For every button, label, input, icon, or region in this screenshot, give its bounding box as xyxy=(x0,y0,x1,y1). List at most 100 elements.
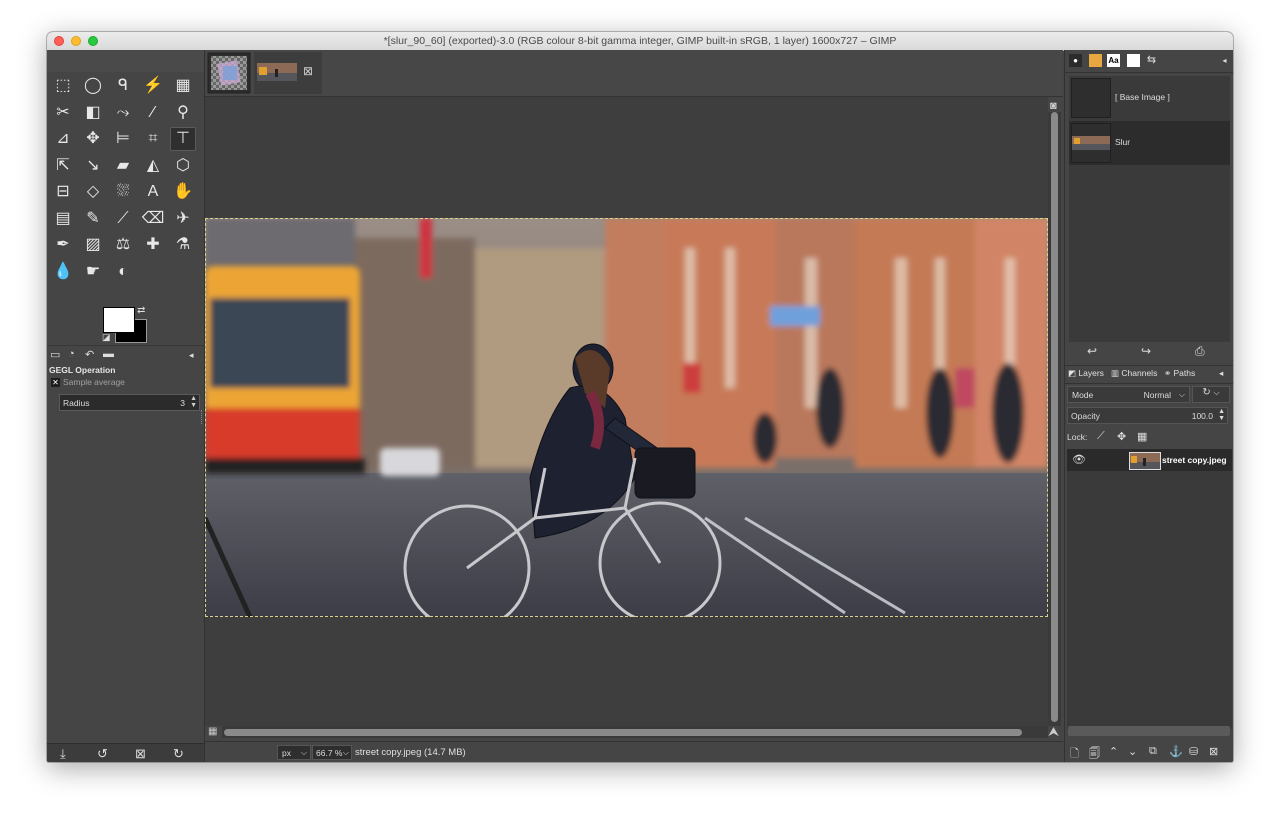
undo-history-tab-icon[interactable]: ↶ xyxy=(85,348,94,361)
dock-menu-icon[interactable]: ◂ xyxy=(1218,54,1231,67)
document-history-tab-icon[interactable] xyxy=(1127,54,1140,67)
eraser-tool-icon[interactable]: ⌫ xyxy=(140,207,166,231)
fuzzy-select-tool-icon[interactable]: ⚡ xyxy=(140,74,166,98)
redo-icon[interactable]: ↪ xyxy=(1141,344,1151,358)
ink-tool-icon[interactable]: ✒ xyxy=(50,233,76,257)
tool-options-tab-icon[interactable]: ▭ xyxy=(50,348,60,361)
blend-tool-icon[interactable]: ▤ xyxy=(50,207,76,231)
clear-history-icon[interactable]: ⎙ xyxy=(1195,344,1205,359)
new-layer-group-icon[interactable]: 🗐 xyxy=(1089,745,1100,762)
cage-transform-tool-icon[interactable]: ⊟ xyxy=(50,180,76,204)
color-select-tool-icon[interactable]: ▦ xyxy=(170,74,196,98)
pencil-tool-icon[interactable]: ✎ xyxy=(80,207,106,231)
foreground-color-swatch[interactable] xyxy=(103,307,135,333)
scissors-select-tool-icon[interactable]: ✂ xyxy=(50,101,76,125)
rect-select-tool-icon[interactable]: ⬚ xyxy=(50,74,76,98)
vertical-scroll-thumb[interactable] xyxy=(1051,112,1058,722)
rotate-tool-icon[interactable]: ↘ xyxy=(80,154,106,178)
dodge-burn-tool-icon[interactable]: ◐ xyxy=(110,260,136,284)
ellipse-select-tool-icon[interactable]: ◯ xyxy=(80,74,106,98)
canvas[interactable] xyxy=(205,97,1048,726)
opacity-spinscale[interactable]: Opacity 100.0 ▲ ▼ xyxy=(1067,407,1228,424)
anchor-layer-icon[interactable]: ⚓ xyxy=(1169,745,1183,758)
new-layer-icon[interactable]: 🗋 xyxy=(1070,745,1079,762)
device-status-tab-icon[interactable]: ◔ xyxy=(68,348,75,360)
reset-tool-options-icon[interactable]: ↻ xyxy=(173,746,184,762)
quick-mask-icon[interactable]: ▦ xyxy=(208,726,217,737)
zoom-tool-icon[interactable]: ⚲ xyxy=(170,101,196,125)
image-tab-2[interactable]: ⊠ xyxy=(254,52,322,94)
images-tab-icon[interactable]: ▬ xyxy=(103,348,114,360)
lower-layer-icon[interactable]: ⌄ xyxy=(1128,745,1137,758)
color-picker-tool-icon[interactable]: ⁄ xyxy=(140,101,166,125)
smudge-tool-icon[interactable]: ☛ xyxy=(80,260,106,284)
dock-menu-icon[interactable]: ◂ xyxy=(189,350,194,361)
warp-transform-tool-icon[interactable]: ⊤ xyxy=(170,127,196,151)
spin-arrows-icon[interactable]: ▲ ▼ xyxy=(1218,408,1225,422)
radius-spinscale[interactable]: Radius 3 ▲ ▼ xyxy=(59,394,200,411)
paths-tool-icon[interactable]: ⤳ xyxy=(110,101,136,125)
merge-layer-icon[interactable]: ⛁ xyxy=(1189,745,1198,758)
delete-layer-icon[interactable]: ⊠ xyxy=(1209,745,1218,758)
composite-mode-button[interactable]: ↻ ⌵ xyxy=(1192,386,1230,403)
save-tool-preset-icon[interactable]: ⤓ xyxy=(60,746,66,762)
swap-colors-icon[interactable]: ⇄ xyxy=(137,305,145,316)
layer-row[interactable]: 👁 street copy.jpeg xyxy=(1067,449,1232,471)
handle-transform-tool-icon[interactable]: ◇ xyxy=(80,180,106,204)
flip-tool-icon[interactable]: ◭ xyxy=(140,154,166,178)
layer-mode-selector[interactable]: Mode Normal ⌵ xyxy=(1067,386,1190,403)
radius-value[interactable]: 3 xyxy=(180,398,185,408)
airbrush-tool-icon[interactable]: ✈ xyxy=(170,207,196,231)
toolbox-resize-handle[interactable] xyxy=(201,410,204,424)
tab-paths[interactable]: ⚭ Paths xyxy=(1164,368,1195,379)
brushes-tab-icon[interactable]: ● xyxy=(1069,54,1082,67)
default-colors-icon[interactable]: ◪ xyxy=(102,332,111,343)
raise-layer-icon[interactable]: ⌃ xyxy=(1109,745,1118,758)
perspective-clone-tool-icon[interactable]: ⚗ xyxy=(170,233,196,257)
opacity-value[interactable]: 100.0 xyxy=(1192,411,1213,421)
layers-scrollbar[interactable] xyxy=(1068,726,1230,736)
navigate-icon[interactable]: ⮝ xyxy=(1048,724,1059,740)
text-tool-icon[interactable]: A xyxy=(140,180,166,204)
paintbrush-tool-icon[interactable]: ⟋ xyxy=(110,207,136,231)
checkbox-icon[interactable]: ✕ xyxy=(51,378,60,387)
image-tab-1[interactable] xyxy=(207,52,251,94)
image-item-base[interactable]: [ Base Image ] xyxy=(1069,76,1230,120)
sample-average-option[interactable]: ✕ Sample average xyxy=(51,377,125,387)
duplicate-layer-icon[interactable]: ⧉ xyxy=(1149,745,1157,758)
unified-transform-tool-icon[interactable]: ⇱ xyxy=(50,154,76,178)
horizontal-scroll-thumb[interactable] xyxy=(224,729,1022,736)
unit-selector[interactable]: px ⌵ xyxy=(277,745,311,760)
tab-layers[interactable]: ◩ Layers xyxy=(1068,368,1104,379)
foreground-select-tool-icon[interactable]: ◧ xyxy=(80,101,106,125)
image-display[interactable] xyxy=(205,218,1048,617)
dock-menu-icon[interactable]: ◂ xyxy=(1219,368,1223,379)
lock-pixels-icon[interactable]: ⟋ xyxy=(1097,430,1105,443)
undo-history-tab-icon[interactable]: ⇆ xyxy=(1145,54,1158,67)
tab-channels[interactable]: ▥ Channels xyxy=(1111,368,1157,379)
restore-tool-preset-icon[interactable]: ↺ xyxy=(97,746,108,762)
delete-tool-preset-icon[interactable]: ⊠ xyxy=(135,746,146,762)
horizontal-scrollbar[interactable] xyxy=(222,726,1048,738)
clone-tool-icon[interactable]: ⚖ xyxy=(110,233,136,257)
image-item-slur[interactable]: Slur xyxy=(1069,121,1230,165)
move-tool-icon[interactable]: ✥ xyxy=(80,127,106,151)
close-tab-icon[interactable]: ⊠ xyxy=(303,64,313,78)
align-tool-icon[interactable]: ⊨ xyxy=(110,127,136,151)
bucket-fill-tool-icon[interactable]: ⛆ xyxy=(110,180,136,204)
zoom-selector[interactable]: 66.7 % ⌵ xyxy=(312,745,352,760)
patterns-tab-icon[interactable] xyxy=(1089,54,1102,67)
eye-icon[interactable]: 👁 xyxy=(1072,453,1086,466)
shear-tool-icon[interactable]: ▰ xyxy=(110,154,136,178)
fonts-tab-icon[interactable]: Aa xyxy=(1107,54,1120,67)
measure-tool-icon[interactable]: ⊿ xyxy=(50,127,76,151)
lock-position-icon[interactable]: ✥ xyxy=(1117,430,1126,443)
vertical-scrollbar[interactable] xyxy=(1048,112,1061,726)
spin-arrows-icon[interactable]: ▲ ▼ xyxy=(190,395,197,409)
free-select-tool-icon[interactable]: ᑫ xyxy=(110,74,136,98)
crop-tool-icon[interactable]: ⌗ xyxy=(140,127,166,151)
undo-icon[interactable]: ↩ xyxy=(1087,344,1097,358)
blur-tool-icon[interactable]: 💧 xyxy=(50,260,76,284)
zoom-fit-icon[interactable]: ◙ xyxy=(1050,100,1057,112)
heal-tool-icon[interactable]: ✚ xyxy=(140,233,166,257)
